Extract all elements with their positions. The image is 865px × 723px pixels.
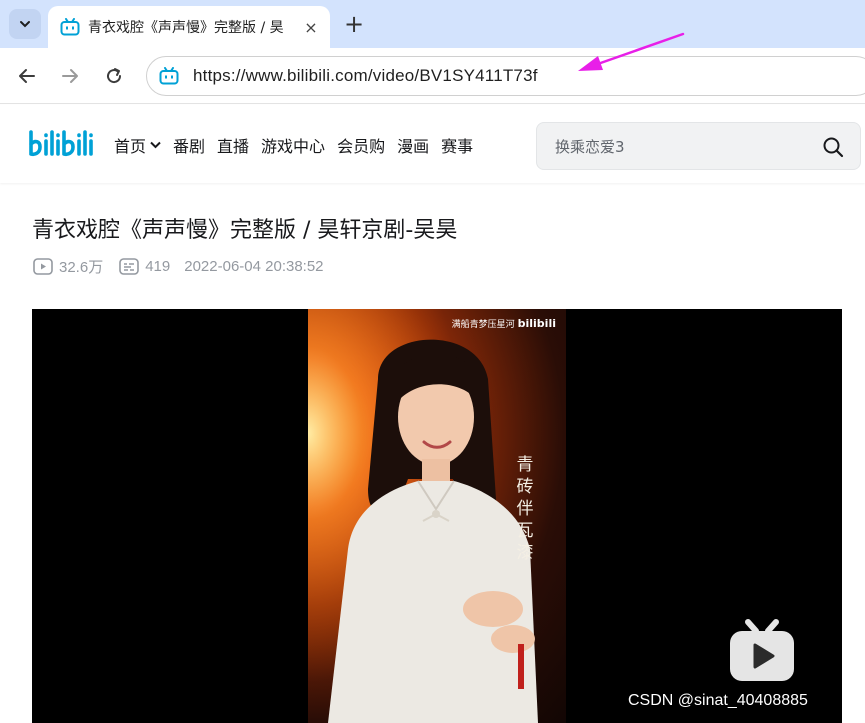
publish-date: 2022-06-04 20:38:52 [184,258,324,275]
bilibili-logo[interactable] [27,128,103,160]
tab-search-button[interactable] [9,9,41,39]
arrow-right-icon [62,69,78,83]
forward-button[interactable] [56,62,84,90]
danmaku-count-value: 419 [145,258,171,275]
tab-title: 青衣戏腔《声声慢》完整版 / 昊 [88,20,284,36]
video-meta: 32.6万 419 2022-06-04 20:38:52 [33,256,338,277]
nav-item-anime[interactable]: 番剧 [173,133,205,157]
tab-strip: 青衣戏腔《声声慢》完整版 / 昊 × + [0,0,865,48]
danmaku-count: 419 [119,258,170,275]
view-count: 32.6万 [33,256,103,277]
url-text: https://www.bilibili.com/video/BV1SY411T… [193,66,538,85]
reload-icon [107,68,122,84]
arrow-left-icon [19,69,35,83]
close-icon[interactable]: × [302,18,320,37]
nav-item-home[interactable]: 首页 [114,133,161,157]
nav-item-label: 首页 [114,137,147,156]
nav-item-game-center[interactable]: 游戏中心 [261,133,325,157]
back-button[interactable] [13,62,41,90]
chevron-down-icon [20,21,30,28]
chevron-down-icon [150,141,161,149]
frame-brand-text: 满船青梦压星河 [451,320,515,330]
nav-item-mall[interactable]: 会员购 [337,133,385,157]
bilibili-favicon-icon [60,18,80,36]
video-overlay-text: 青砖伴瓦漆 [516,455,534,563]
bilibili-favicon-icon [159,67,179,85]
site-nav: 首页 番剧 直播 游戏中心 会员购 漫画 赛事 [114,133,485,157]
video-frame: 满船青梦压星河 bilibili 青砖伴瓦漆 [308,309,566,723]
site-header: 首页 番剧 直播 游戏中心 会员购 漫画 赛事 换乘恋爱3 [0,105,865,183]
address-bar[interactable]: https://www.bilibili.com/video/BV1SY411T… [146,56,865,96]
annotation-arrow [578,32,685,71]
play-count-icon [33,258,53,275]
video-player[interactable]: 满船青梦压星河 bilibili 青砖伴瓦漆 [32,309,842,723]
bilibili-tv-icon[interactable] [728,619,796,683]
nav-item-esports[interactable]: 赛事 [441,133,473,157]
danmaku-icon [119,258,140,275]
nav-item-manga[interactable]: 漫画 [397,133,429,157]
video-title: 青衣戏腔《声声慢》完整版 / 昊轩京剧-吴昊 [32,218,458,243]
search-input[interactable]: 换乘恋爱3 [555,136,625,157]
nav-item-live[interactable]: 直播 [217,133,249,157]
view-count-value: 32.6万 [59,259,104,276]
frame-bilibili-mark: bilibili [517,317,556,330]
new-tab-button[interactable]: + [340,10,368,38]
reload-button[interactable] [100,62,128,90]
browser-tab[interactable]: 青衣戏腔《声声慢》完整版 / 昊 × [48,6,330,48]
browser-toolbar: https://www.bilibili.com/video/BV1SY411T… [0,48,865,104]
search-bar[interactable]: 换乘恋爱3 [536,122,861,170]
frame-brand: 满船青梦压星河 bilibili [452,317,556,330]
search-icon[interactable] [822,136,844,158]
csdn-watermark: CSDN @sinat_40408885 [628,692,808,709]
